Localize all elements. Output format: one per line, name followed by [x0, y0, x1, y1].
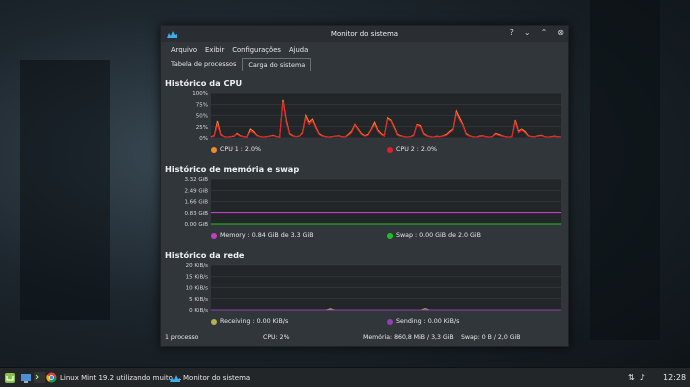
receiving-label: Receiving : 0.00 KiB/s: [220, 318, 289, 325]
show-desktop-launcher[interactable]: [20, 371, 32, 384]
chrome-icon: [46, 372, 57, 383]
memory-y-tick-label: 1.66 GiB: [184, 200, 208, 206]
minimize-icon[interactable]: ⌄: [524, 28, 531, 37]
swap-label: Swap : 0.00 GiB de 2.0 GiB: [396, 232, 481, 239]
cpu-y-tick-label: 100%: [192, 91, 208, 97]
browser-task-label: Linux Mint 19.2 utilizando muito ...: [60, 373, 182, 382]
menu-arquivo[interactable]: Arquivo: [167, 46, 201, 54]
desktop-icon: [21, 373, 31, 383]
system-monitor-app-icon: [167, 31, 177, 38]
memory-color-dot: [211, 232, 217, 239]
menu-launcher[interactable]: [4, 371, 16, 384]
network-y-tick-label: 10 KiB/s: [186, 286, 209, 292]
memory-y-tick-label: 0.83 GiB: [184, 211, 208, 217]
cpu-panel: Histórico da CPU 100% 75% 50% 25% 0% CPU 1 :…: [165, 78, 564, 158]
window-titlebar[interactable]: Monitor do sistema ? ⌄ ⌃ ⊗: [161, 26, 568, 42]
cpu-history-chart: 100% 75% 50% 25% 0%: [192, 91, 562, 142]
tab-system-load[interactable]: Carga do sistema: [242, 58, 312, 71]
close-icon[interactable]: ⊗: [557, 28, 564, 37]
status-memory: Memória: 860,8 MiB / 3,3 GiB: [363, 334, 454, 341]
system-monitor-window: Monitor do sistema ? ⌄ ⌃ ⊗ Arquivo Exibi…: [160, 25, 569, 347]
menu-ajuda[interactable]: Ajuda: [285, 46, 312, 54]
memory-y-tick-label: 3.32 GiB: [184, 177, 208, 183]
monitor-task-label: Monitor do sistema: [183, 373, 251, 382]
swap-color-dot: [387, 232, 393, 239]
tab-bar: Tabela de processos Carga do sistema: [161, 57, 568, 71]
receiving-color-dot: [211, 318, 217, 325]
network-history-title: Histórico da rede: [165, 250, 245, 260]
legend-memory: Memory : 0.84 GiB de 3.3 GiB: [211, 232, 314, 239]
legend-cpu1: CPU 1 : 2.0%: [211, 146, 261, 153]
cpu-y-tick-label: 50%: [196, 114, 208, 120]
sending-label: Sending : 0.00 KiB/s: [396, 318, 460, 325]
memory-y-tick-label: 0.00 GiB: [184, 222, 208, 228]
legend-cpu2: CPU 2 : 2.0%: [387, 146, 437, 153]
network-y-tick-label: 20 KiB/s: [186, 263, 209, 269]
network-history-chart: 20 KiB/s 15 KiB/s 10 KiB/s 5 KiB/s 0 KiB/s: [186, 263, 561, 314]
memory-history-chart: 3.32 GiB 2.49 GiB 1.66 GiB 0.83 GiB 0.00 GiB: [184, 177, 561, 228]
mint-menu-icon: [5, 372, 15, 383]
cpu1-color-dot: [211, 146, 217, 153]
status-bar: 1 processo CPU: 2% Memória: 860,8 MiB / …: [165, 334, 564, 344]
network-y-tick-label: 0 KiB/s: [189, 308, 208, 314]
background-building: [20, 60, 110, 320]
clock-time: 12:28: [663, 373, 687, 382]
cpu1-label: CPU 1 : 2.0%: [220, 146, 261, 153]
network-panel: Histórico da rede 20 KiB/s 15 KiB/s 10 KiB…: [165, 250, 564, 330]
memory-history-title: Histórico de memória e swap: [165, 164, 300, 174]
status-swap: Swap: 0 B / 2,0 GiB: [461, 334, 521, 341]
background-building: [590, 0, 660, 340]
volume-tray-icon[interactable]: ♪: [640, 373, 645, 382]
network-y-tick-label: 5 KiB/s: [189, 297, 208, 303]
status-processes: 1 processo: [165, 334, 199, 341]
memory-y-tick-label: 2.49 GiB: [184, 188, 208, 194]
network-tray-icon[interactable]: ⇅: [628, 373, 635, 382]
menubar: Arquivo Exibir Configurações Ajuda: [161, 44, 568, 56]
taskbar-item-browser[interactable]: Linux Mint 19.2 utilizando muito ...: [46, 371, 182, 384]
cpu-y-tick-label: 75%: [196, 102, 208, 108]
network-y-tick-label: 15 KiB/s: [186, 274, 209, 280]
sending-color-dot: [387, 318, 393, 325]
tray-icons: ⇅ ♪: [628, 371, 645, 384]
window-title: Monitor do sistema: [330, 30, 399, 38]
legend-receiving: Receiving : 0.00 KiB/s: [211, 318, 288, 325]
cpu-history-title: Histórico da CPU: [165, 78, 243, 88]
memory-panel: Histórico de memória e swap 3.32 GiB 2.49…: [165, 164, 564, 244]
cpu-y-tick-label: 0%: [199, 136, 208, 142]
cpu2-label: CPU 2 : 2.0%: [396, 146, 437, 153]
legend-swap: Swap : 0.00 GiB de 2.0 GiB: [387, 232, 481, 239]
taskbar: Linux Mint 19.2 utilizando muito ... Mon…: [0, 367, 690, 387]
menu-configuracoes[interactable]: Configurações: [228, 46, 285, 54]
maximize-icon[interactable]: ⌃: [541, 28, 548, 37]
taskbar-item-system-monitor[interactable]: Monitor do sistema: [170, 371, 250, 384]
system-monitor-icon: [170, 374, 180, 382]
tab-process-table[interactable]: Tabela de processos: [165, 57, 242, 71]
terminal-icon: [34, 372, 45, 383]
legend-sending: Sending : 0.00 KiB/s: [387, 318, 459, 325]
cpu2-color-dot: [387, 146, 393, 153]
clock[interactable]: 12:28: [663, 371, 686, 384]
cpu-y-tick-label: 25%: [196, 125, 208, 131]
help-icon[interactable]: ?: [510, 28, 514, 37]
memory-label: Memory : 0.84 GiB de 3.3 GiB: [220, 232, 314, 239]
status-cpu: CPU: 2%: [263, 334, 290, 341]
terminal-launcher[interactable]: [34, 371, 45, 384]
menu-exibir[interactable]: Exibir: [201, 46, 228, 54]
